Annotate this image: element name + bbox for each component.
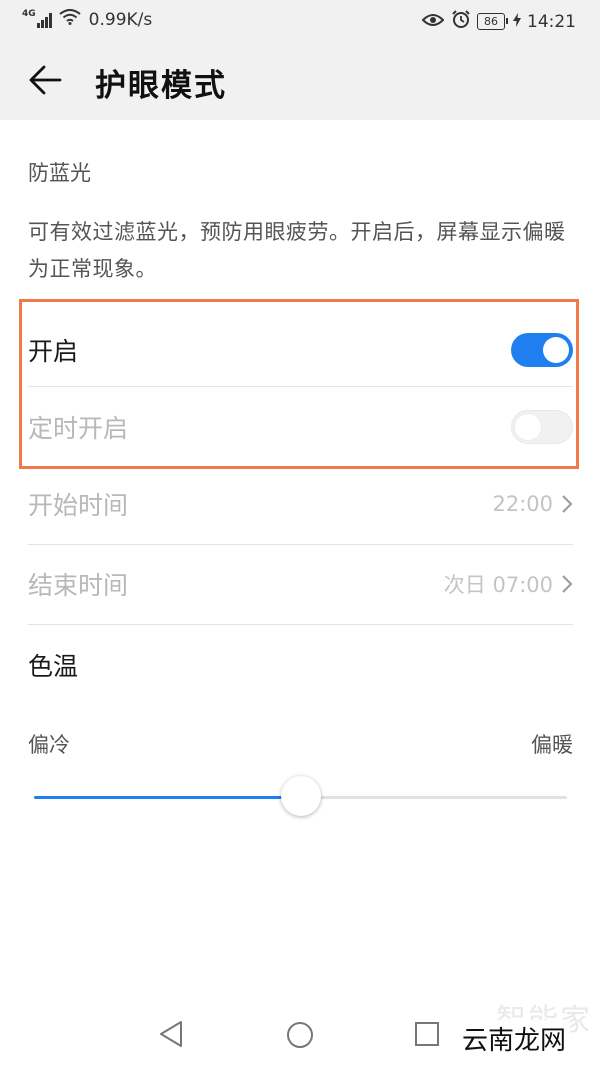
color-temperature-slider[interactable] xyxy=(34,776,567,816)
back-button[interactable] xyxy=(26,62,66,98)
cool-label: 偏冷 xyxy=(28,733,70,757)
status-right: 86 14:21 xyxy=(421,9,576,34)
charging-icon xyxy=(513,12,521,32)
chevron-right-icon xyxy=(562,575,573,593)
chevron-right-icon xyxy=(562,495,573,513)
start-time-row[interactable]: 开始时间 22:00 xyxy=(28,484,573,524)
slider-thumb[interactable] xyxy=(280,776,321,816)
slider-fill xyxy=(34,796,301,799)
color-temperature-title: 色温 xyxy=(28,652,79,681)
square-recent-icon xyxy=(415,1022,439,1046)
watermark: 云南龙网 xyxy=(457,1020,570,1057)
battery-icon: 86 xyxy=(477,13,508,30)
wifi-icon xyxy=(59,9,81,30)
battery-level: 86 xyxy=(484,15,498,28)
triangle-back-icon xyxy=(160,1021,182,1047)
end-time-row[interactable]: 结束时间 次日 07:00 xyxy=(28,564,573,604)
divider xyxy=(28,624,573,625)
network-speed: 0.99K/s xyxy=(88,9,153,30)
network-type: 4G xyxy=(22,8,36,19)
nav-home-button[interactable] xyxy=(285,1020,315,1054)
warm-label: 偏暖 xyxy=(531,733,573,757)
nav-back-button[interactable] xyxy=(158,1020,184,1052)
section-title-blue-light: 防蓝光 xyxy=(28,161,91,185)
clock-time: 14:21 xyxy=(527,11,576,32)
start-time-value-wrap: 22:00 xyxy=(492,492,573,516)
app-header: 护眼模式 xyxy=(0,40,600,120)
alarm-icon xyxy=(451,9,471,34)
nav-recent-button[interactable] xyxy=(414,1021,440,1051)
page-title: 护眼模式 xyxy=(95,68,227,104)
end-time-label: 结束时间 xyxy=(28,571,129,600)
status-left: 4G 0.99K/s xyxy=(22,9,152,30)
highlight-annotation xyxy=(19,299,579,469)
signal-icon xyxy=(36,12,53,28)
end-time-value-wrap: 次日 07:00 xyxy=(444,569,573,599)
eye-icon xyxy=(421,12,445,32)
start-time-label: 开始时间 xyxy=(28,491,129,520)
end-time-value: 次日 07:00 xyxy=(443,573,553,597)
arrow-left-icon xyxy=(29,65,62,95)
circle-home-icon xyxy=(287,1022,313,1048)
status-bar: 4G 0.99K/s 86 14:21 xyxy=(0,0,600,40)
divider xyxy=(28,544,573,545)
start-time-value: 22:00 xyxy=(492,492,553,516)
blue-light-description: 可有效过滤蓝光，预防用眼疲劳。开启后，屏幕显示偏暖为正常现象。 xyxy=(28,220,566,281)
